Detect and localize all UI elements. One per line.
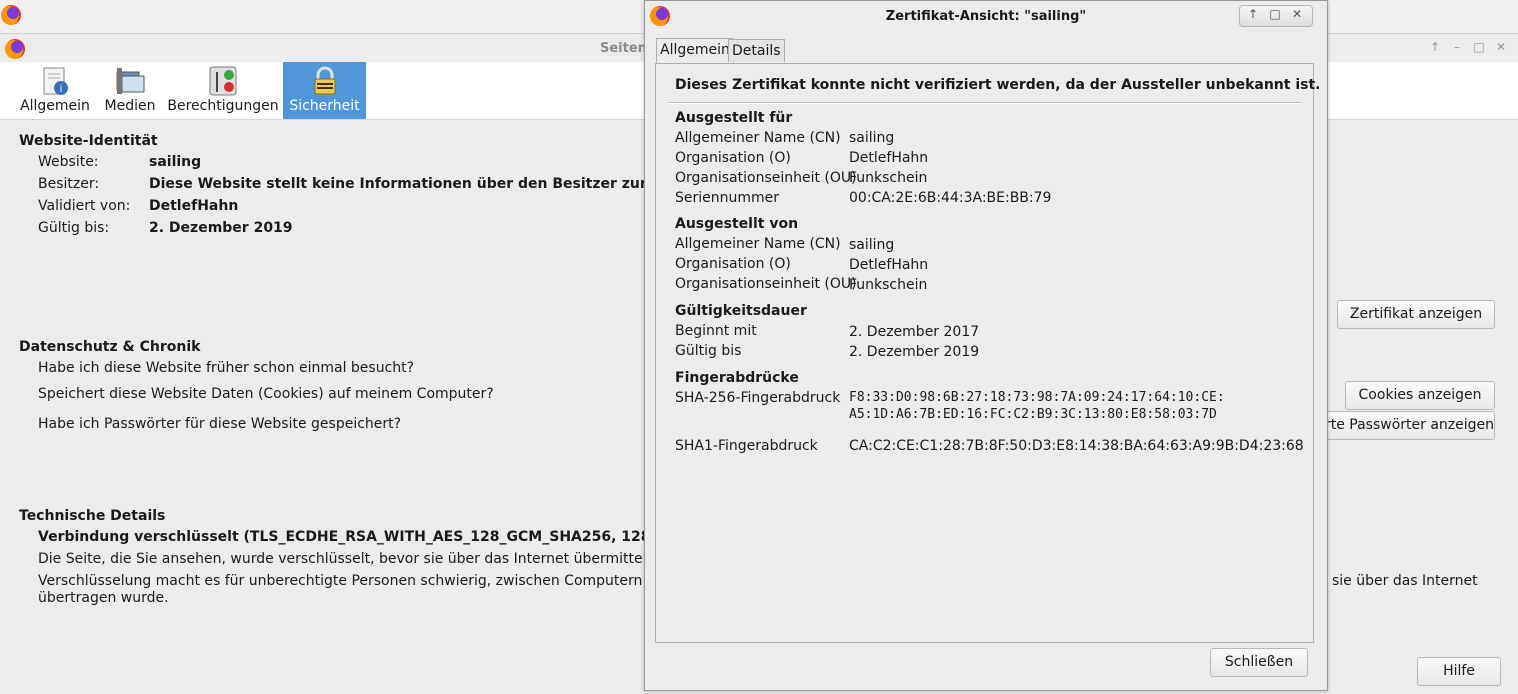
issued-to-cn-value: sailing [849,130,895,146]
move-up-icon[interactable]: ↑ [1428,40,1442,54]
svg-text:i: i [60,84,63,95]
issued-by-ou-label: Organisationseinheit (OU) [675,276,857,292]
maximize-icon[interactable]: □ [1472,40,1486,54]
issued-by-o-value: DetlefHahn [849,257,929,273]
privacy-question-passwords: Habe ich Passwörter für diese Website ge… [38,416,402,432]
serial-number-label: Seriennummer [675,190,780,206]
dialog-window-controls: ↑ □ ✕ [1239,5,1313,27]
tab-allgemein-label: Allgemein [20,98,90,114]
tab-berechtigungen-label: Berechtigungen [167,98,279,114]
move-up-icon[interactable]: ↑ [1242,7,1264,21]
fingerprints-heading: Fingerabdrücke [675,370,799,386]
validated-by-value: DetlefHahn [149,198,239,214]
issued-by-ou-value: Funkschein [849,277,928,293]
expires-label: Gültig bis [675,343,742,359]
permissions-icon [209,66,237,96]
sha256-value-line2: A5:1D:A6:7B:ED:16:FC:C2:B9:3C:13:80:E8:5… [849,407,1217,422]
begins-value: 2. Dezember 2017 [849,324,980,340]
view-cookies-button[interactable]: Cookies anzeigen [1345,381,1495,410]
issued-to-o-label: Organisation (O) [675,150,791,166]
close-button[interactable]: Schließen [1210,648,1308,677]
view-certificate-button[interactable]: Zertifikat anzeigen [1337,300,1495,329]
privacy-question-cookies: Speichert diese Website Daten (Cookies) … [38,386,494,402]
tab-sicherheit-label: Sicherheit [289,98,360,114]
issued-to-ou-label: Organisationseinheit (OU) [675,170,857,186]
valid-until-value: 2. Dezember 2019 [149,220,293,236]
sha256-label: SHA-256-Fingerabdruck [675,390,841,406]
valid-until-label: Gültig bis: [38,220,110,236]
firefox-logo-icon [5,39,25,59]
tab-medien[interactable]: Medien [100,62,160,119]
tab-allgemein[interactable]: Allgemein [656,38,734,63]
firefox-logo-icon [1,5,21,25]
issued-by-o-label: Organisation (O) [675,256,791,272]
website-label: Website: [38,154,99,170]
lock-icon [314,66,335,95]
owner-label: Besitzer: [38,176,100,192]
issued-to-o-value: DetlefHahn [849,150,929,166]
technical-heading: Technische Details [19,508,166,524]
minimize-icon[interactable]: – [1450,40,1464,54]
separator [669,102,1301,104]
sha1-value: CA:C2:CE:C1:28:7B:8F:50:D3:E8:14:38:BA:6… [849,438,1304,454]
view-saved-passwords-button[interactable]: rte Passwörter anzeigen [1310,411,1495,440]
maximize-icon[interactable]: □ [1264,7,1286,21]
issued-to-cn-label: Allgemeiner Name (CN) [675,130,841,146]
expires-value: 2. Dezember 2019 [849,344,980,360]
identity-heading: Website-Identität [19,133,158,149]
dialog-title: Zertifikat-Ansicht: "sailing" [885,9,1087,24]
tab-medien-label: Medien [104,98,156,114]
tab-sicherheit[interactable]: Sicherheit [283,62,366,119]
website-value: sailing [149,154,202,170]
issued-by-heading: Ausgestellt von [675,216,799,232]
encryption-desc-2-right: sie über das Internet [1332,573,1478,589]
general-tab-panel: Dieses Zertifikat konnte nicht verifizie… [655,63,1320,643]
media-icon [116,68,145,94]
encryption-desc-2: Verschlüsselung macht es für unberechtig… [38,573,699,589]
owner-value: Diese Website stellt keine Informationen… [149,176,672,192]
begins-label: Beginnt mit [675,323,757,339]
issued-to-ou-value: Funkschein [849,170,928,186]
privacy-heading: Datenschutz & Chronik [19,339,201,355]
connection-encrypted-text: Verbindung verschlüsselt (TLS_ECDHE_RSA_… [38,529,672,545]
issued-by-cn-value: sailing [849,237,895,253]
page-info-title: Seiten [600,41,647,56]
privacy-question-visited: Habe ich diese Website früher schon einm… [38,360,415,376]
serial-number-value: 00:CA:2E:6B:44:3A:BE:BB:79 [849,190,1052,206]
verification-warning: Dieses Zertifikat konnte nicht verifizie… [675,77,1321,93]
info-document-icon: i [43,67,68,95]
encryption-desc-1: Die Seite, die Sie ansehen, wurde versch… [38,551,700,567]
issued-by-cn-label: Allgemeiner Name (CN) [675,236,841,252]
certificate-viewer-dialog: Zertifikat-Ansicht: "sailing" ↑ □ ✕ Allg… [644,0,1328,691]
validated-by-label: Validiert von: [38,198,131,214]
tab-berechtigungen[interactable]: Berechtigungen [167,62,279,119]
close-icon[interactable]: ✕ [1494,40,1508,54]
sha256-value-line1: F8:33:D0:98:6B:27:18:73:98:7A:09:24:17:6… [849,390,1225,405]
close-icon[interactable]: ✕ [1286,7,1308,21]
validity-heading: Gültigkeitsdauer [675,303,807,319]
tab-allgemein[interactable]: i Allgemein [15,62,95,119]
tab-details[interactable]: Details [728,39,785,62]
encryption-desc-3: übertragen wurde. [38,590,169,606]
issued-to-heading: Ausgestellt für [675,110,793,126]
sha1-label: SHA1-Fingerabdruck [675,438,818,454]
help-button[interactable]: Hilfe [1417,657,1501,686]
